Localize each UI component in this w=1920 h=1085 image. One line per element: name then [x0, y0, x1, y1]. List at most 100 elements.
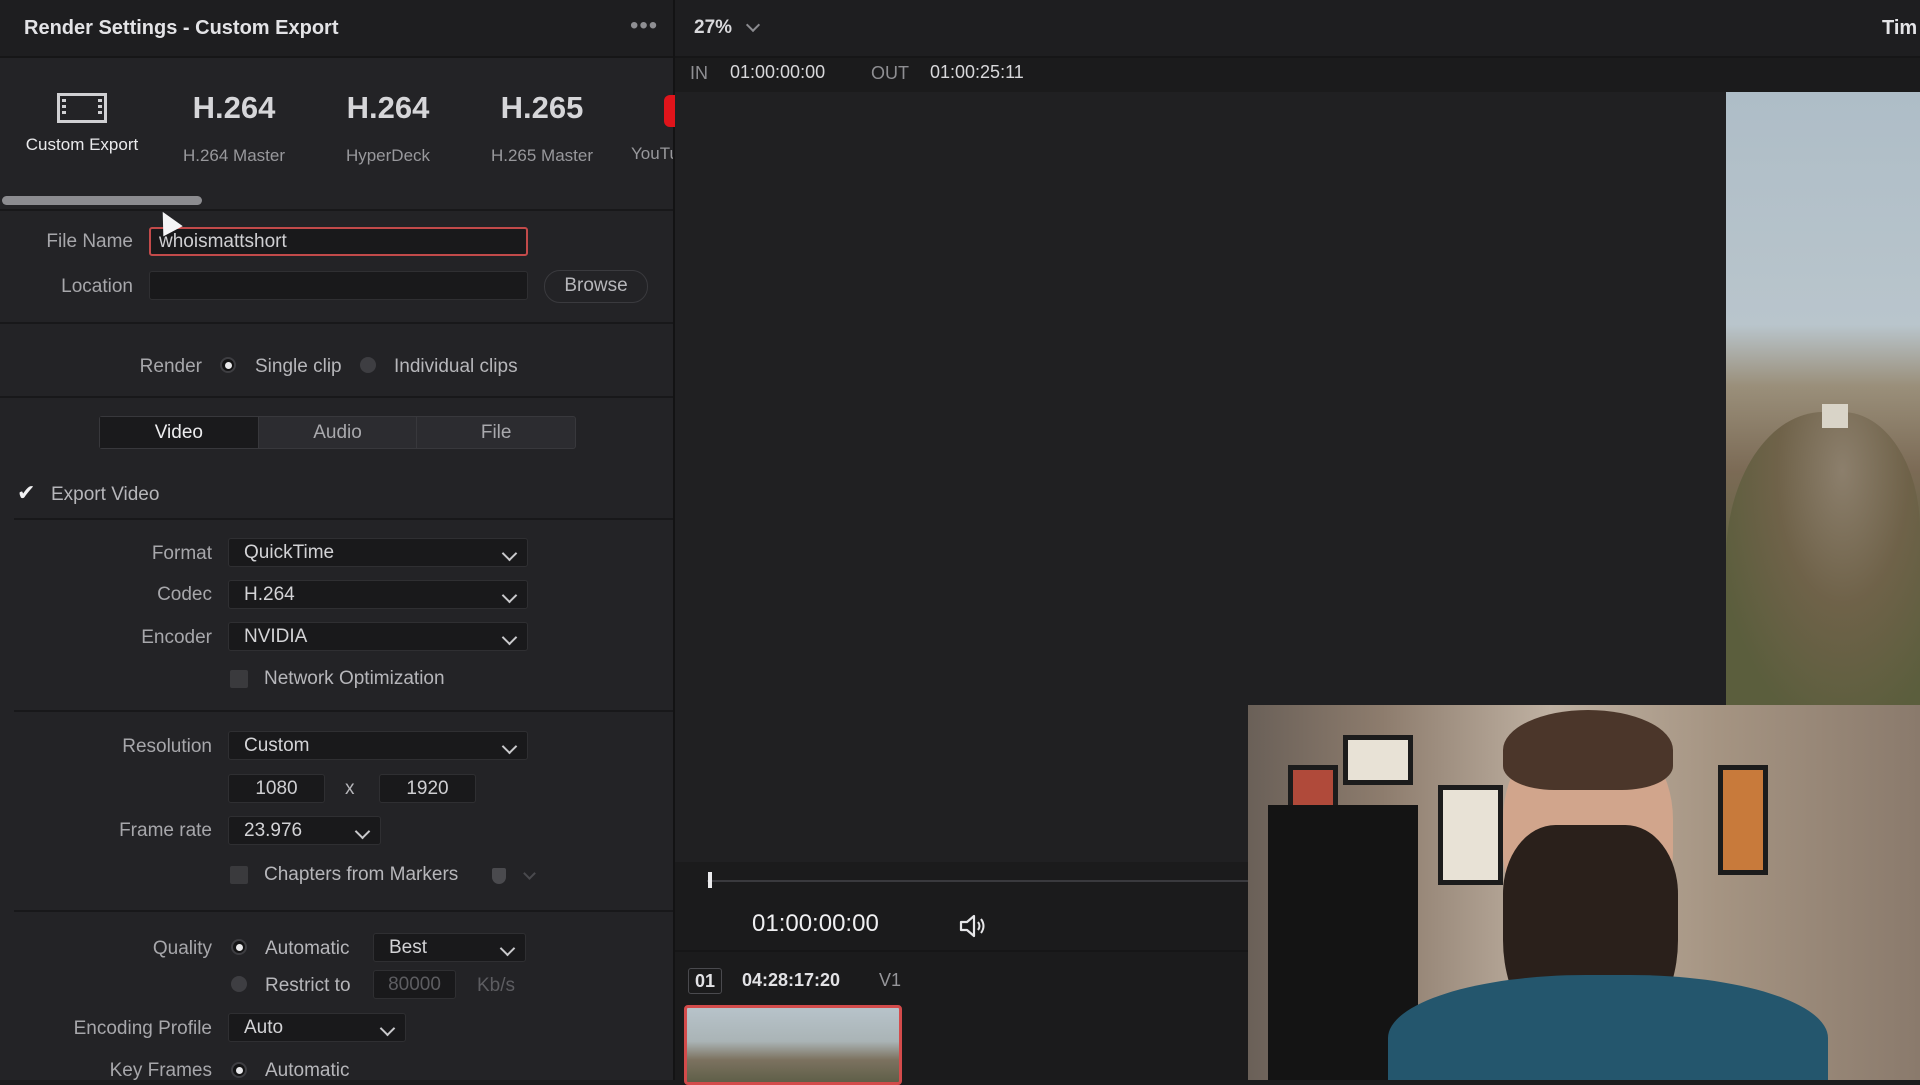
- browse-button[interactable]: Browse: [544, 270, 648, 303]
- chevron-down-icon: [501, 629, 518, 646]
- export-video-label: Export Video: [51, 484, 160, 505]
- file-name-input[interactable]: whoismattshort: [149, 227, 528, 256]
- network-optimization-checkbox[interactable]: [230, 670, 248, 688]
- restrict-bitrate-input[interactable]: 80000: [373, 970, 456, 999]
- divider: [14, 910, 673, 912]
- tab-audio[interactable]: Audio: [259, 417, 418, 448]
- clip-thumbnail[interactable]: [684, 1005, 902, 1085]
- scrubber-track[interactable]: [707, 880, 1248, 882]
- quality-label: Quality: [152, 938, 212, 959]
- preset-codec: H.264: [192, 90, 276, 125]
- chevron-down-icon: [501, 587, 518, 604]
- rock-formation: [1726, 412, 1920, 705]
- chevron-down-icon: [501, 545, 518, 562]
- quality-restrict-radio[interactable]: [231, 976, 247, 992]
- speaker-icon[interactable]: [958, 913, 988, 939]
- codec-label: Codec: [157, 584, 212, 605]
- divider: [14, 710, 673, 712]
- preset-h265-master[interactable]: H.265 H.265 Master: [467, 88, 617, 166]
- webcam-overlay: [1248, 705, 1920, 1080]
- frame-rate-select[interactable]: 23.976: [228, 816, 381, 845]
- preset-youtube-label[interactable]: YouTu: [631, 144, 673, 164]
- network-optimization-label: Network Optimization: [264, 668, 445, 689]
- quality-select[interactable]: Best: [373, 933, 526, 962]
- timeline-title: Tim: [1882, 17, 1918, 39]
- format-value: QuickTime: [244, 542, 335, 563]
- preset-label: H.264 Master: [182, 146, 286, 165]
- divider: [14, 518, 673, 520]
- preset-codec: H.264: [346, 90, 430, 125]
- in-timecode[interactable]: 01:00:00:00: [730, 62, 825, 83]
- quality-value: Best: [389, 937, 428, 958]
- location-label: Location: [61, 276, 133, 297]
- video-frame-image: [1726, 92, 1920, 705]
- clip-track: V1: [879, 970, 902, 990]
- out-label: OUT: [871, 63, 909, 83]
- resolution-width-input[interactable]: 1080: [228, 774, 325, 803]
- individual-clips-label: Individual clips: [394, 356, 518, 377]
- key-frames-automatic-label: Automatic: [265, 1060, 350, 1081]
- clip-number[interactable]: 01: [688, 968, 722, 994]
- single-clip-radio[interactable]: [220, 357, 236, 373]
- quality-automatic-label: Automatic: [265, 938, 350, 959]
- single-clip-label: Single clip: [255, 356, 342, 377]
- preset-h264-master[interactable]: H.264 H.264 Master: [159, 88, 309, 166]
- format-select[interactable]: QuickTime: [228, 538, 528, 567]
- resolution-x-label: x: [345, 778, 355, 799]
- encoder-label: Encoder: [141, 627, 212, 648]
- bitrate-unit: Kb/s: [477, 975, 516, 996]
- person-hair: [1503, 710, 1673, 790]
- individual-clips-radio[interactable]: [360, 357, 376, 373]
- preset-hyperdeck[interactable]: H.264 HyperDeck: [313, 88, 463, 166]
- clip-timecode: 04:28:17:20: [742, 970, 841, 990]
- marker-color-icon[interactable]: [492, 868, 506, 884]
- encoder-select[interactable]: NVIDIA: [228, 622, 528, 651]
- more-options-icon[interactable]: •••: [630, 12, 658, 40]
- tab-file[interactable]: File: [417, 417, 575, 448]
- quality-restrict-label: Restrict to: [265, 975, 351, 996]
- key-frames-automatic-radio[interactable]: [231, 1062, 247, 1078]
- export-video-checkbox[interactable]: ✔: [17, 482, 35, 504]
- location-input[interactable]: [149, 271, 528, 300]
- chapters-from-markers-label: Chapters from Markers: [264, 864, 459, 885]
- resolution-height-input[interactable]: 1920: [379, 774, 476, 803]
- preset-label: HyperDeck: [345, 146, 431, 165]
- frame-rate-value: 23.976: [244, 820, 303, 841]
- settings-tabs: Video Audio File: [99, 416, 576, 449]
- encoder-value: NVIDIA: [244, 626, 308, 647]
- panel-title: Render Settings - Custom Export: [24, 17, 339, 39]
- divider: [0, 396, 673, 398]
- resolution-value: Custom: [244, 735, 310, 756]
- codec-value: H.264: [244, 584, 295, 605]
- codec-select[interactable]: H.264: [228, 580, 528, 609]
- chevron-down-icon: [354, 823, 371, 840]
- film-icon: [57, 93, 107, 123]
- encoding-profile-value: Auto: [244, 1017, 284, 1038]
- encoding-profile-label: Encoding Profile: [73, 1018, 212, 1039]
- divider: [675, 950, 1248, 952]
- zoom-level[interactable]: 27%: [694, 17, 732, 39]
- divider: [0, 209, 673, 211]
- render-label: Render: [139, 356, 202, 377]
- playhead-handle[interactable]: [708, 872, 712, 888]
- preset-custom-export[interactable]: Custom Export: [7, 88, 157, 155]
- file-name-label: File Name: [46, 231, 133, 252]
- out-timecode[interactable]: 01:00:25:11: [930, 62, 1024, 83]
- format-label: Format: [151, 543, 212, 564]
- wall-frame: [1718, 765, 1768, 875]
- person-shirt: [1388, 975, 1828, 1080]
- preset-scrollbar[interactable]: [2, 196, 202, 205]
- resolution-select[interactable]: Custom: [228, 731, 528, 760]
- preset-codec: H.265: [500, 90, 584, 125]
- wall-frame: [1343, 735, 1413, 785]
- chapters-from-markers-checkbox[interactable]: [230, 866, 248, 884]
- chevron-down-icon: [501, 738, 518, 755]
- preset-label: Custom Export: [25, 135, 139, 154]
- resolution-label: Resolution: [122, 736, 212, 757]
- chevron-down-icon: [499, 940, 516, 957]
- current-timecode: 01:00:00:00: [752, 910, 879, 937]
- in-label: IN: [690, 63, 708, 83]
- encoding-profile-select[interactable]: Auto: [228, 1013, 406, 1042]
- quality-automatic-radio[interactable]: [231, 939, 247, 955]
- tab-video[interactable]: Video: [100, 417, 259, 448]
